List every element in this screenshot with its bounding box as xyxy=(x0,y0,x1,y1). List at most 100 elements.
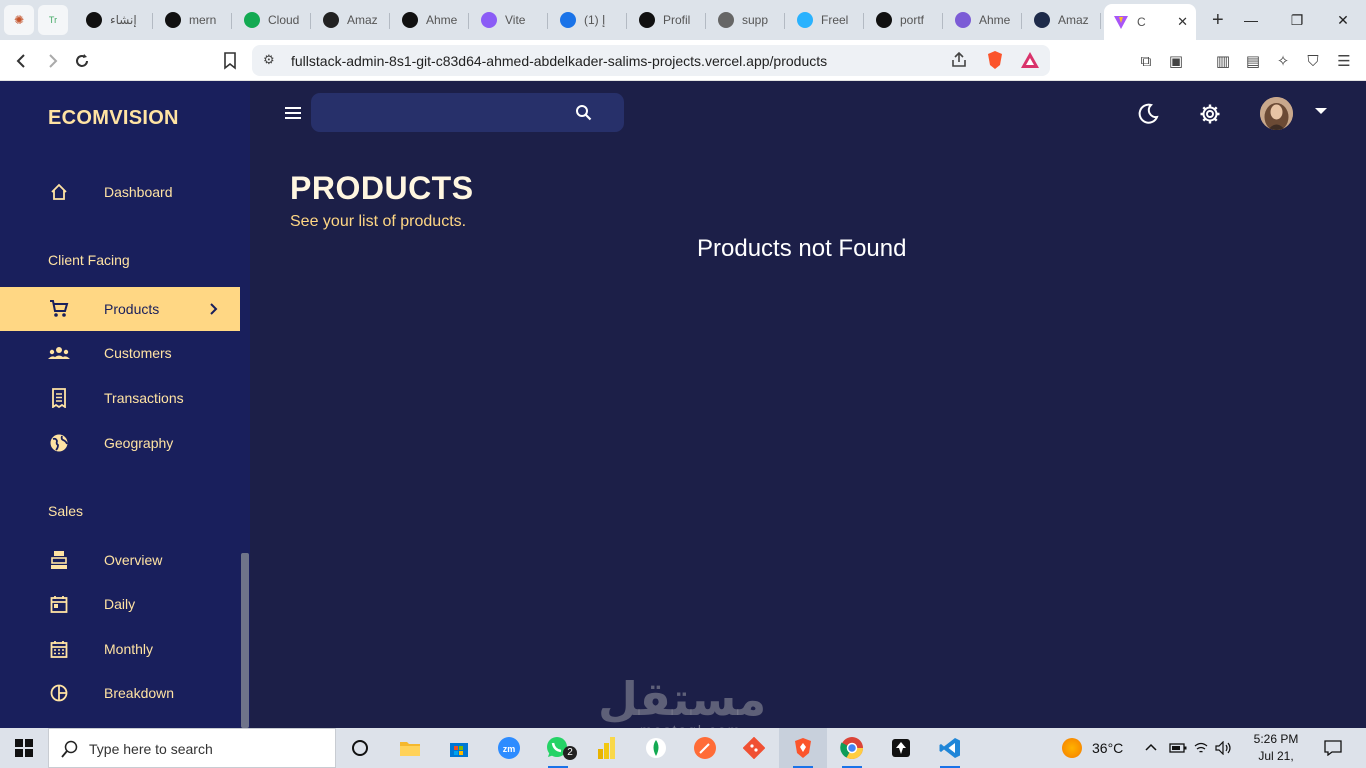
search-input[interactable] xyxy=(325,101,565,123)
zoom-button[interactable]: zm xyxy=(485,728,533,768)
sidebar-item-label: Breakdown xyxy=(104,685,175,701)
weather-widget[interactable]: 36°C xyxy=(1062,728,1123,768)
back-button[interactable] xyxy=(10,49,34,73)
site-settings-icon[interactable]: ⚙ xyxy=(263,52,275,68)
file-explorer-button[interactable] xyxy=(386,728,434,768)
tab-label: supp xyxy=(742,13,769,27)
tab-0[interactable]: إنشاء xyxy=(77,4,153,36)
sidebar-item-label: Daily xyxy=(104,596,136,612)
sidebar-item-label: Products xyxy=(104,301,160,317)
chevron-up-icon[interactable] xyxy=(1144,728,1158,768)
extensions-icon[interactable]: ⧉ xyxy=(1135,50,1157,72)
sidebar-scrollbar-thumb[interactable] xyxy=(241,553,249,728)
address-bar[interactable]: ⚙ fullstack-admin-8s1-git-c83d64-ahmed-a… xyxy=(252,45,1050,76)
git-button[interactable] xyxy=(730,728,778,768)
sidebar-item-breakdown[interactable]: Breakdown xyxy=(0,671,240,715)
minimize-button[interactable]: — xyxy=(1228,0,1274,40)
sidebar-item-dashboard[interactable]: Dashboard xyxy=(0,170,240,214)
page-title: PRODUCTS xyxy=(290,170,474,206)
close-icon[interactable]: ✕ xyxy=(1177,14,1188,30)
notification-icon xyxy=(560,12,576,28)
tab-9[interactable]: Freel xyxy=(788,4,864,36)
avatar[interactable] xyxy=(1260,97,1293,130)
zoom-icon: zm xyxy=(498,737,520,759)
whatsapp-button[interactable]: 2 xyxy=(534,728,582,768)
dark-mode-toggle[interactable] xyxy=(1136,102,1160,126)
vpn-icon[interactable]: ⛉ xyxy=(1302,50,1324,72)
brave-rewards-icon[interactable] xyxy=(1020,51,1040,74)
brand-logo[interactable]: ECOMVISION xyxy=(48,107,179,130)
tab-7[interactable]: Profil xyxy=(630,4,706,36)
start-button[interactable] xyxy=(0,728,48,768)
wifi-icon[interactable] xyxy=(1193,728,1209,768)
brave-button[interactable] xyxy=(779,728,827,768)
sidebar-item-label: Customers xyxy=(104,345,172,361)
vite-icon xyxy=(1113,14,1129,30)
tab-3[interactable]: Amaz xyxy=(314,4,390,36)
tab-12[interactable]: Amaz xyxy=(1025,4,1101,36)
bookmark-icon[interactable] xyxy=(218,49,242,73)
tab-5[interactable]: Vite xyxy=(472,4,548,36)
sun-icon xyxy=(1062,738,1082,758)
microsoft-store-button[interactable] xyxy=(435,728,483,768)
leo-ai-icon[interactable]: ✧ xyxy=(1272,50,1294,72)
point-of-sale-icon xyxy=(48,549,70,571)
sidebar-item-monthly[interactable]: Monthly xyxy=(0,627,240,671)
sidebar-item-overview[interactable]: Overview xyxy=(0,538,240,582)
new-tab-button[interactable]: + xyxy=(1212,9,1224,32)
reader-icon[interactable]: ▣ xyxy=(1165,50,1187,72)
tab-active[interactable]: C ✕ xyxy=(1104,4,1196,40)
taskbar: Type here to search zm 2 36°C 5:26 PM Ju… xyxy=(0,728,1366,768)
tab-2[interactable]: Cloud xyxy=(235,4,311,36)
task-view-button[interactable] xyxy=(336,728,384,768)
tab-6[interactable]: (1) إ xyxy=(551,4,627,36)
reload-button[interactable] xyxy=(70,49,94,73)
tab-8[interactable]: supp xyxy=(709,4,785,36)
svg-text:zm: zm xyxy=(503,744,516,754)
calendar-today-icon xyxy=(48,593,70,615)
tab-1[interactable]: mern xyxy=(156,4,232,36)
power-bi-button[interactable] xyxy=(583,728,631,768)
vscode-button[interactable] xyxy=(926,728,974,768)
restore-button[interactable]: ❐ xyxy=(1274,0,1320,40)
inkscape-button[interactable] xyxy=(877,728,925,768)
tab-4[interactable]: Ahme xyxy=(393,4,469,36)
browser-toolbar: ⚙ fullstack-admin-8s1-git-c83d64-ahmed-a… xyxy=(0,40,1366,81)
temperature: 36°C xyxy=(1092,740,1124,756)
sidebar-item-geography[interactable]: Geography xyxy=(0,421,240,465)
postman-button[interactable] xyxy=(681,728,729,768)
brave-icon xyxy=(795,738,811,758)
mongodb-compass-button[interactable] xyxy=(632,728,680,768)
pinned-tab-claude[interactable]: ✺ xyxy=(4,5,34,35)
sidebar-item-transactions[interactable]: Transactions xyxy=(0,376,240,420)
notification-center-button[interactable] xyxy=(1324,728,1342,768)
forward-button[interactable] xyxy=(40,49,64,73)
translate-icon: Tr xyxy=(48,15,58,25)
caret-down-icon[interactable] xyxy=(1315,108,1327,114)
sidebar-item-products[interactable]: Products xyxy=(0,287,240,331)
mongodb-icon xyxy=(244,12,260,28)
sidebar-toggle-icon[interactable]: ▥ xyxy=(1212,50,1234,72)
sidebar-item-daily[interactable]: Daily xyxy=(0,582,240,626)
clock[interactable]: 5:26 PM Jul 21, 2025 xyxy=(1244,731,1308,768)
search-icon[interactable] xyxy=(575,104,592,126)
clock-date: Jul 21, 2025 xyxy=(1258,749,1294,768)
volume-icon[interactable] xyxy=(1215,728,1233,768)
menu-icon[interactable]: ☰ xyxy=(1333,50,1355,72)
tab-10[interactable]: portf xyxy=(867,4,943,36)
chrome-button[interactable] xyxy=(828,728,876,768)
tab-11[interactable]: Ahme xyxy=(946,4,1022,36)
wallet-icon[interactable]: ▤ xyxy=(1242,50,1264,72)
taskbar-search[interactable]: Type here to search xyxy=(48,728,336,768)
cart-icon xyxy=(48,298,70,320)
sidebar-item-customers[interactable]: Customers xyxy=(0,331,240,375)
menu-toggle-button[interactable] xyxy=(282,102,304,124)
tab-label: Ahme xyxy=(426,13,458,27)
power-bi-icon xyxy=(598,737,615,759)
settings-button[interactable] xyxy=(1198,102,1222,126)
brave-shields-icon[interactable] xyxy=(986,50,1004,75)
battery-icon[interactable] xyxy=(1169,728,1187,768)
pinned-tab-translate[interactable]: Tr xyxy=(38,5,68,35)
close-window-button[interactable]: ✕ xyxy=(1320,0,1366,40)
share-icon[interactable] xyxy=(950,51,968,74)
